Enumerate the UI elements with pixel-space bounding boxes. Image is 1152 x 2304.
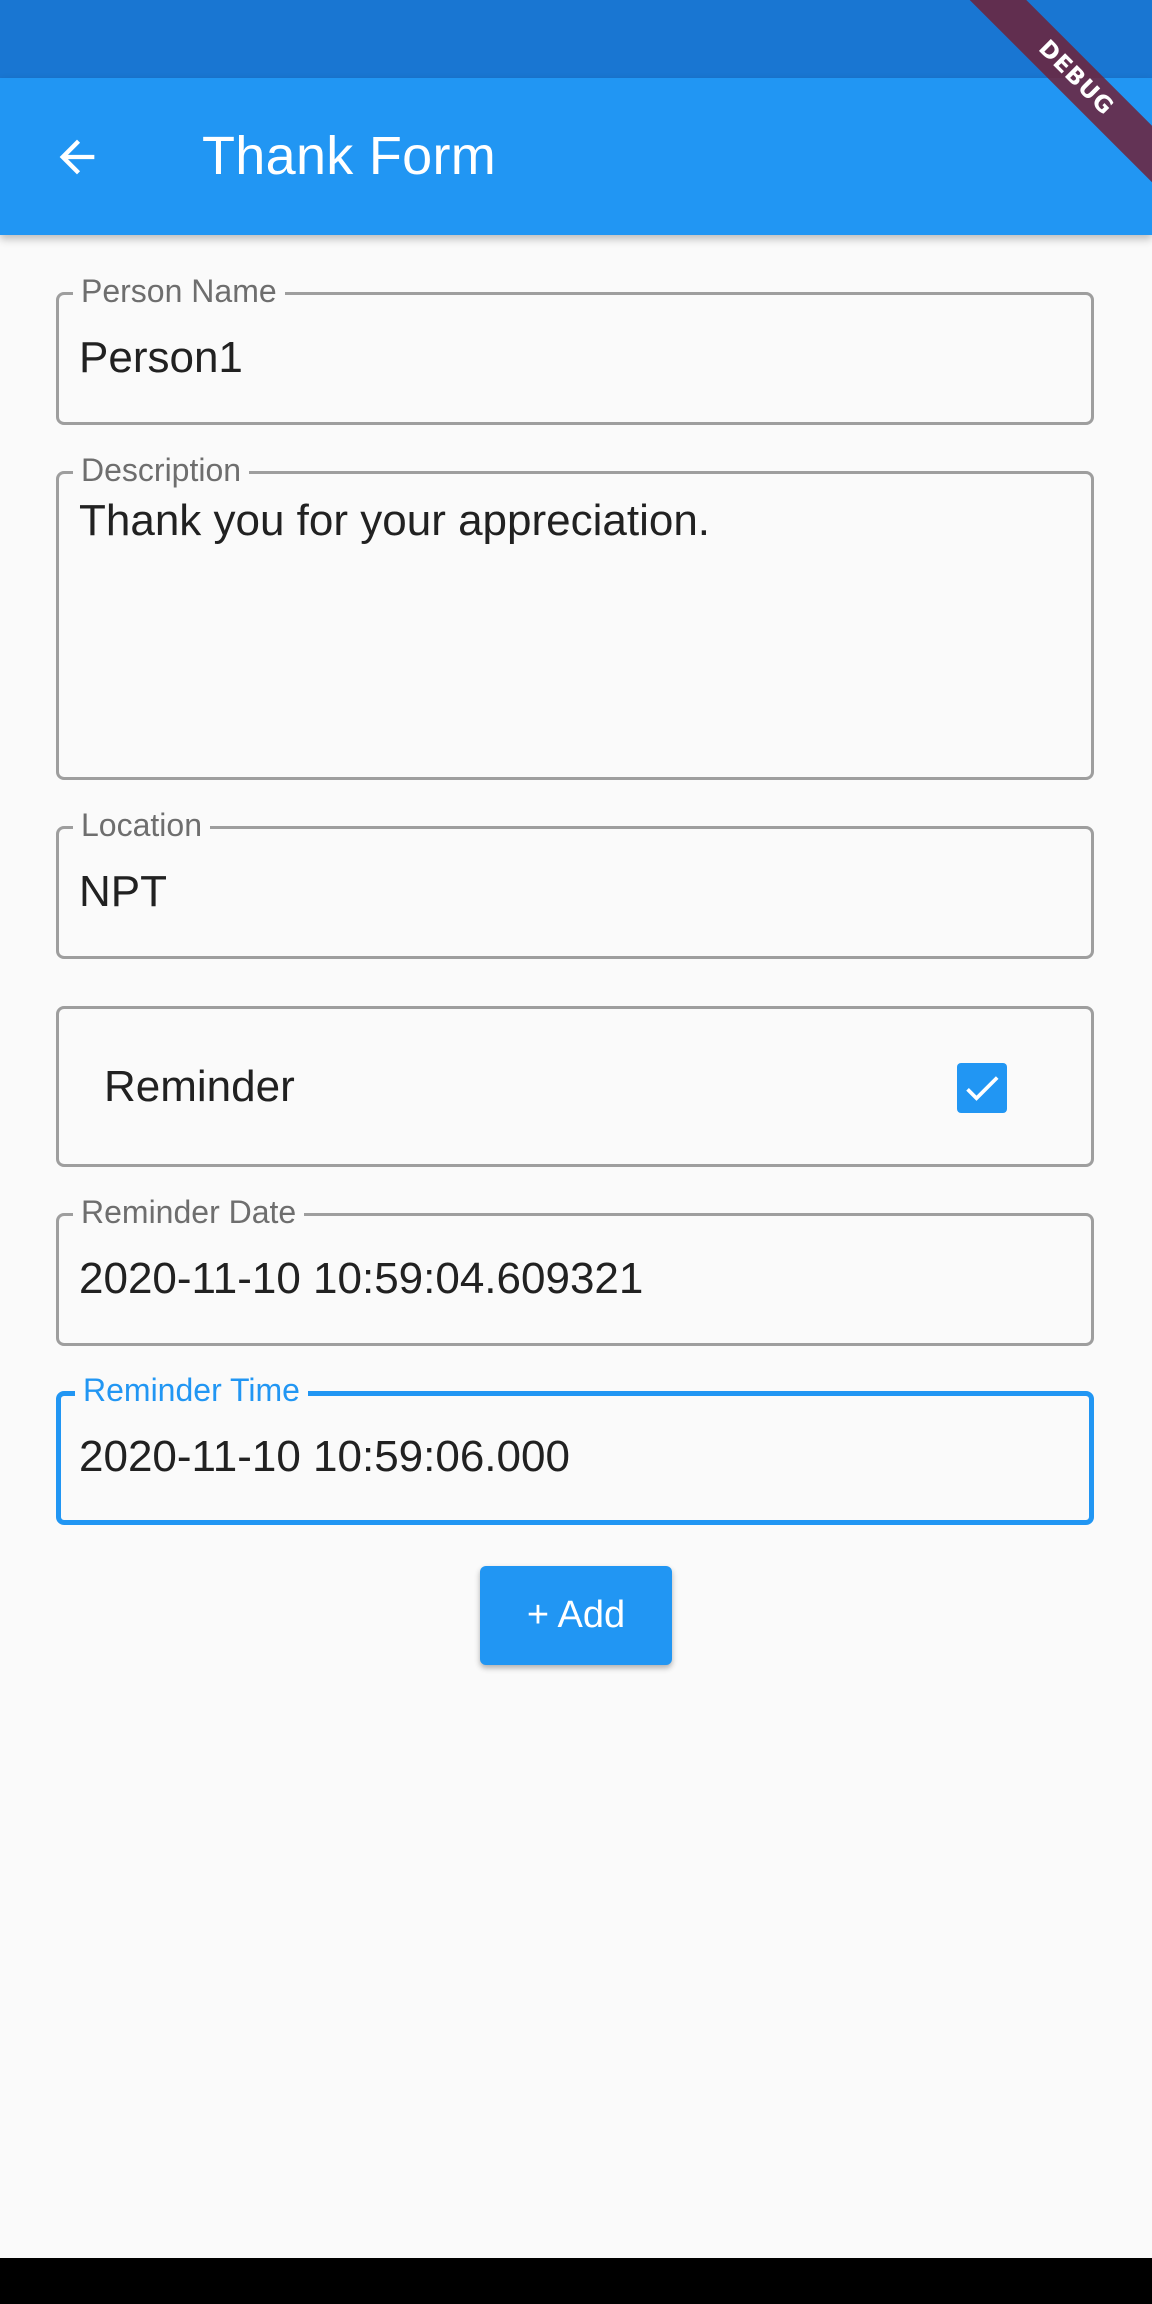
location-field[interactable]: Location NPT [56, 805, 1094, 959]
status-bar [0, 0, 1152, 78]
reminder-time-value[interactable]: 2020-11-10 10:59:06.000 [79, 1430, 570, 1484]
reminder-time-label: Reminder Time [75, 1370, 308, 1410]
person-name-value[interactable]: Person1 [79, 331, 243, 385]
reminder-row[interactable]: Reminder [56, 1006, 1094, 1167]
reminder-date-label: Reminder Date [73, 1192, 305, 1232]
add-button[interactable]: + Add [480, 1566, 672, 1665]
description-value[interactable]: Thank you for your appreciation. [79, 494, 710, 548]
reminder-date-value[interactable]: 2020-11-10 10:59:04.609321 [79, 1252, 643, 1306]
description-field[interactable]: Description Thank you for your appreciat… [56, 450, 1094, 780]
reminder-label: Reminder [104, 1062, 295, 1111]
person-name-label: Person Name [73, 271, 285, 311]
location-value[interactable]: NPT [79, 865, 167, 919]
description-label: Description [73, 450, 250, 490]
arrow-back-icon [59, 139, 95, 175]
reminder-date-field[interactable]: Reminder Date 2020-11-10 10:59:04.609321 [56, 1192, 1094, 1346]
page-title: Thank Form [202, 126, 497, 186]
app-bar: Thank Form [0, 78, 1152, 235]
check-icon [966, 1076, 999, 1101]
person-name-field[interactable]: Person Name Person1 [56, 271, 1094, 425]
back-button[interactable] [38, 118, 116, 196]
system-navigation-bar [0, 2258, 1152, 2304]
location-label: Location [73, 805, 210, 845]
reminder-checkbox[interactable] [957, 1063, 1007, 1113]
reminder-time-field[interactable]: Reminder Time 2020-11-10 10:59:06.000 [56, 1370, 1094, 1525]
